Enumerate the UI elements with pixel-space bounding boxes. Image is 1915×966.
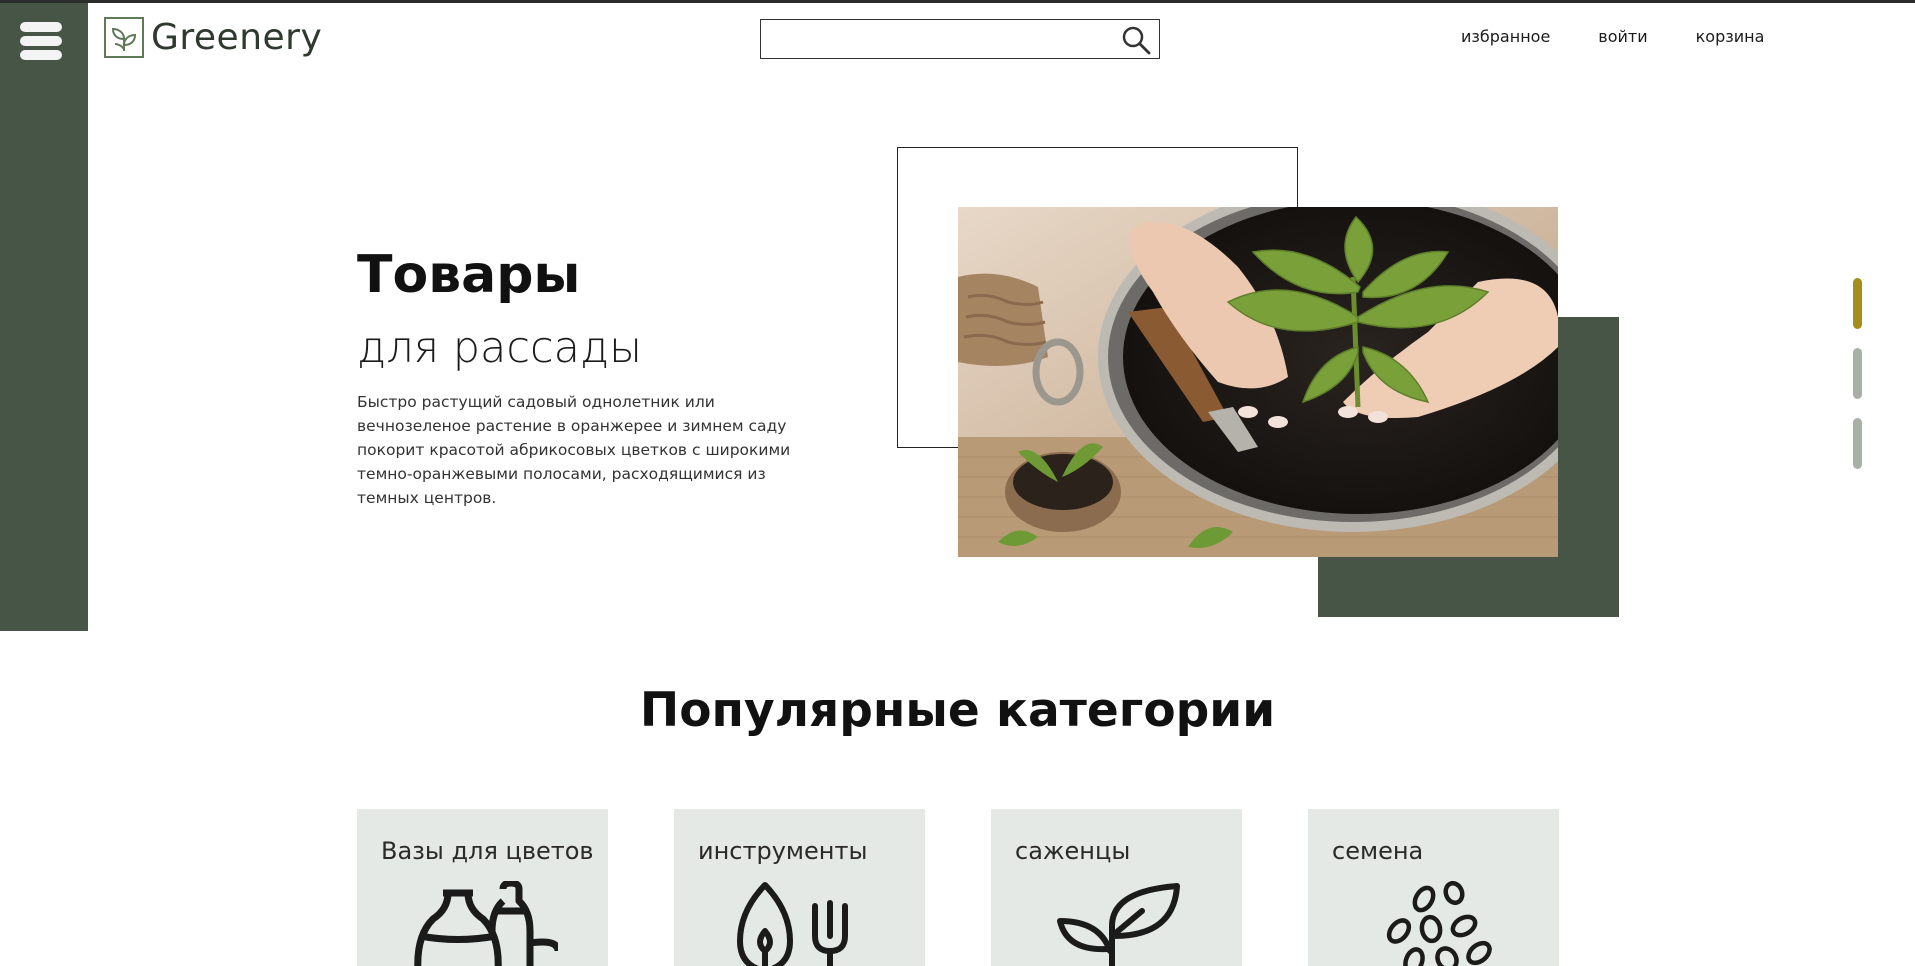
category-label: Вазы для цветов — [381, 837, 594, 865]
slider-indicator-3[interactable] — [1853, 418, 1862, 469]
seeds-icon — [1386, 881, 1492, 966]
nav-cart-link[interactable]: корзина — [1696, 27, 1765, 46]
hero-subtitle: для рассады — [357, 323, 643, 373]
top-border — [0, 0, 1915, 3]
slider-indicator-1[interactable] — [1853, 278, 1862, 329]
search-icon[interactable] — [1121, 25, 1151, 55]
category-card-vases[interactable]: Вазы для цветов — [357, 809, 608, 966]
category-label: инструменты — [698, 837, 868, 865]
category-card-seeds[interactable]: семена — [1308, 809, 1559, 966]
garden-tools-icon — [736, 882, 848, 966]
vases-icon — [413, 881, 558, 966]
hero-title: Товары — [357, 245, 581, 305]
category-label: саженцы — [1015, 837, 1131, 865]
nav-login-link[interactable]: войти — [1598, 27, 1647, 46]
logo-text: Greenery — [151, 16, 323, 58]
logo[interactable]: Greenery — [104, 17, 322, 58]
search-box — [760, 19, 1160, 59]
search-input[interactable] — [761, 20, 1111, 57]
sidebar — [0, 3, 88, 631]
leaf-logo-icon — [104, 17, 144, 58]
slider-indicator-2[interactable] — [1853, 348, 1862, 399]
hamburger-menu-icon[interactable] — [20, 22, 66, 62]
nav-favorites-link[interactable]: избранное — [1461, 27, 1550, 46]
top-nav: избранное войти корзина — [1461, 27, 1812, 46]
category-card-seedlings[interactable]: саженцы — [991, 809, 1242, 966]
category-label: семена — [1332, 837, 1424, 865]
category-card-tools[interactable]: инструменты — [674, 809, 925, 966]
sprout-icon — [1056, 883, 1180, 966]
hero-description: Быстро растущий садовый однолетник или в… — [357, 393, 791, 507]
categories-title: Популярные категории — [639, 683, 1276, 738]
hero-image — [958, 207, 1558, 557]
